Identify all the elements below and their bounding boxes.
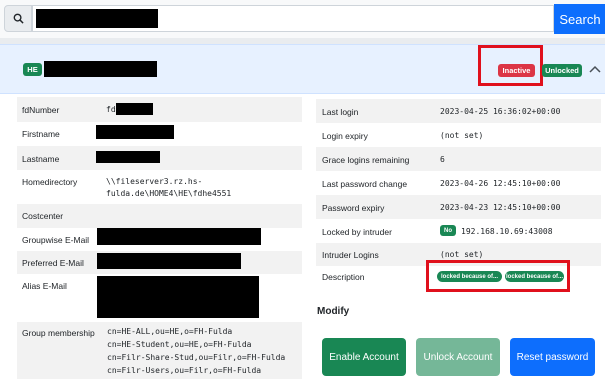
org-badge: HE — [23, 63, 42, 76]
redacted-lastname — [96, 151, 160, 163]
label-group-membership: Group membership — [22, 328, 95, 338]
row-fdnumber — [17, 97, 302, 122]
redacted-groupwise-email — [97, 228, 261, 245]
group-entry: cn=HE-Student,ou=HE,o=FH-Fulda — [107, 340, 252, 349]
redacted-firstname — [96, 125, 174, 139]
value-intruder-address: 192.168.10.69:43008 — [461, 227, 553, 236]
redacted-alias-email — [97, 276, 259, 318]
label-locked-by-intruder: Locked by intruder — [322, 227, 392, 237]
label-lastname: Lastname — [22, 154, 60, 164]
redacted-preferred-email — [97, 253, 241, 269]
description-badge: locked because of... — [505, 271, 564, 282]
group-entry: cn=HE-ALL,ou=HE,o=FH-Fulda — [107, 327, 233, 336]
label-intruder-logins: Intruder Logins — [322, 250, 379, 260]
search-icon — [4, 5, 32, 32]
label-grace-logins: Grace logins remaining — [322, 155, 410, 165]
label-description: Description — [322, 272, 365, 282]
value-last-password-change: 2023-04-26 12:45:10+00:00 — [440, 179, 561, 188]
redacted-search-value — [36, 9, 158, 28]
value-login-expiry: (not set) — [440, 131, 484, 140]
label-firstname: Firstname — [22, 129, 60, 139]
value-homedirectory-line1: \\fileserver3.rz.hs- — [106, 177, 203, 186]
label-password-expiry: Password expiry — [322, 203, 385, 213]
group-entry: cn=Filr-Users,ou=Filr,o=FH-Fulda — [107, 366, 262, 375]
value-password-expiry: 2023-04-23 12:45:10+00:00 — [440, 203, 561, 212]
value-last-login: 2023-04-25 16:36:02+00:00 — [440, 107, 561, 116]
chevron-up-icon[interactable] — [588, 62, 602, 76]
label-alias-email: Alias E-Mail — [22, 281, 67, 291]
value-fdnumber: fd — [106, 105, 116, 114]
search-input[interactable] — [32, 5, 554, 32]
label-last-password-change: Last password change — [322, 179, 408, 189]
label-costcenter: Costcenter — [22, 211, 64, 221]
label-fdnumber: fdNumber — [22, 105, 60, 115]
label-login-expiry: Login expiry — [322, 131, 368, 141]
redacted-fdnumber — [116, 103, 153, 115]
enable-account-button[interactable]: Enable Account — [322, 338, 406, 376]
redacted-account-name — [44, 61, 157, 77]
label-groupwise-email: Groupwise E-Mail — [22, 235, 90, 245]
label-preferred-email: Preferred E-Mail — [22, 258, 84, 268]
unlock-account-button[interactable]: Unlock Account — [416, 338, 500, 376]
intruder-status-badge: No — [440, 225, 456, 236]
search-bar: Search — [0, 0, 605, 38]
value-grace-logins: 6 — [440, 155, 445, 164]
account-card-header[interactable]: HE Inactive Unlocked — [0, 44, 605, 94]
status-badge-inactive: Inactive — [498, 64, 535, 77]
search-button[interactable]: Search — [554, 4, 605, 34]
description-badge: locked because of... — [437, 271, 502, 282]
status-badge-unlocked: Unlocked — [542, 64, 582, 77]
group-entry: cn=Filr-Share-Stud,ou=Filr,o=FH-Fulda — [107, 353, 286, 362]
value-homedirectory-line2: fulda.de\HOME4\HE\fdhe4551 — [106, 189, 232, 198]
label-last-login: Last login — [322, 107, 359, 117]
value-intruder-logins: (not set) — [440, 250, 484, 259]
reset-password-button[interactable]: Reset password — [510, 338, 595, 376]
modify-section-title: Modify — [317, 306, 350, 317]
label-homedirectory: Homedirectory — [22, 177, 78, 187]
